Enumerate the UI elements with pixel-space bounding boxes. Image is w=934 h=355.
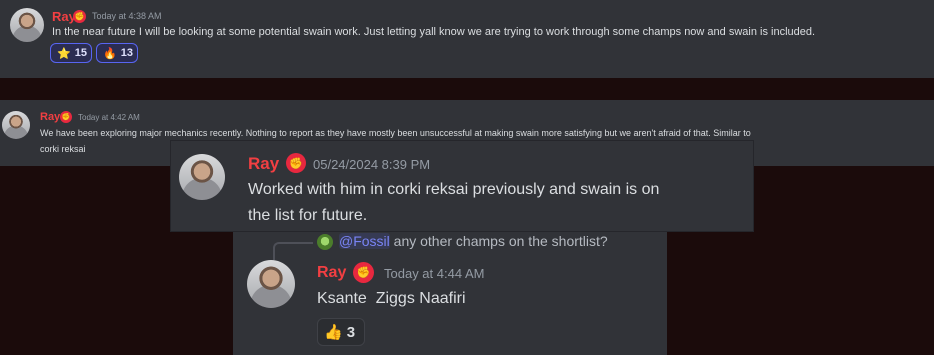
avatar[interactable] <box>247 260 295 308</box>
fire-icon: 🔥 <box>103 47 117 60</box>
timestamp: Today at 4:42 AM <box>78 113 140 122</box>
reaction-thumbs-up[interactable]: 👍 3 <box>317 318 365 346</box>
avatar[interactable] <box>2 111 30 139</box>
reaction-fire[interactable]: 🔥 13 <box>96 43 138 63</box>
mention[interactable]: @Fossil <box>339 233 390 249</box>
reaction-count: 15 <box>74 47 87 59</box>
fist-icon: ✊ <box>353 262 374 283</box>
message-1: Ray ✊ Today at 4:38 AM In the near futur… <box>0 0 934 78</box>
timestamp: Today at 4:44 AM <box>384 266 485 281</box>
message-text: We have been exploring major mechanics r… <box>40 128 751 138</box>
reply-avatar[interactable] <box>317 234 333 250</box>
fist-icon: ✊ <box>73 10 86 23</box>
avatar[interactable] <box>10 8 44 42</box>
timestamp: 05/24/2024 8:39 PM <box>313 157 431 172</box>
message-4: @Fossil any other champs on the shortlis… <box>233 232 667 355</box>
reaction-star[interactable]: ⭐ 15 <box>50 43 92 63</box>
reply-text: any other champs on the shortlist? <box>393 233 608 249</box>
message-text: In the near future I will be looking at … <box>52 26 816 38</box>
author-name[interactable]: Ray <box>248 154 279 174</box>
avatar[interactable] <box>179 154 225 200</box>
author-name[interactable]: Ray <box>317 264 346 282</box>
message-text: Worked with him in corki reksai previous… <box>248 181 660 198</box>
message-text: the list for future. <box>248 207 368 224</box>
message-3: Ray ✊ 05/24/2024 8:39 PM Worked with him… <box>170 140 754 232</box>
timestamp: Today at 4:38 AM <box>92 11 162 21</box>
message-text: corki reksai <box>40 144 86 154</box>
reaction-count: 13 <box>120 47 133 59</box>
reply-connector <box>273 242 313 260</box>
star-icon: ⭐ <box>57 47 71 60</box>
fist-icon: ✊ <box>60 111 72 123</box>
message-text: Ksante Ziggs Naafiri <box>317 290 466 307</box>
author-name[interactable]: Ray <box>40 111 60 123</box>
fist-icon: ✊ <box>286 153 306 173</box>
thumbs-up-icon: 👍 <box>324 324 343 341</box>
reaction-count: 3 <box>346 323 356 341</box>
reply-preview[interactable]: @Fossil any other champs on the shortlis… <box>339 233 608 249</box>
